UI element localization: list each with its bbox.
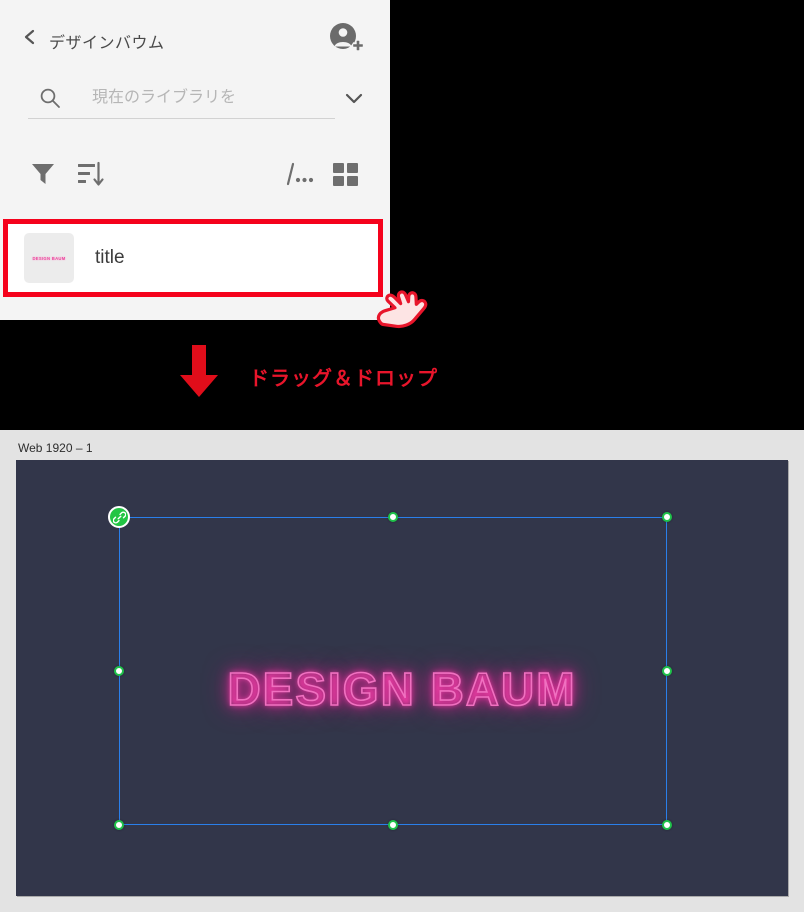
asset-name-label: title xyxy=(95,247,125,268)
artboard-name-label[interactable]: Web 1920 – 1 xyxy=(18,441,93,455)
screenshot-root: デザインバウム 現在のライブラリを DESIGN BAUM title ドラッグ… xyxy=(0,0,804,912)
selection-handle-bottom-right[interactable] xyxy=(662,820,672,830)
search-input[interactable] xyxy=(92,82,304,114)
cc-libraries-panel: デザインバウム 現在のライブラリを DESIGN BAUM title xyxy=(0,0,390,320)
add-person-icon[interactable] xyxy=(327,21,365,55)
list-view-icon[interactable] xyxy=(284,160,314,188)
asset-thumbnail: DESIGN BAUM xyxy=(24,233,74,283)
chevron-left-icon[interactable] xyxy=(22,29,38,45)
filter-icon[interactable] xyxy=(28,158,58,188)
pointing-hand-cursor-icon xyxy=(366,283,432,336)
search-icon xyxy=(39,87,61,109)
link-chain-icon[interactable] xyxy=(108,506,130,528)
library-toolbar xyxy=(0,148,390,200)
selection-handle-bottom-center[interactable] xyxy=(388,820,398,830)
chevron-down-icon[interactable] xyxy=(343,88,365,108)
drag-and-drop-label: ドラッグ＆ドロップ xyxy=(249,368,438,390)
artboard-web-1920-1[interactable]: DESIGN BAUM xyxy=(16,460,788,896)
selection-handle-middle-right[interactable] xyxy=(662,666,672,676)
panel-header: デザインバウム xyxy=(0,0,390,68)
search-underline xyxy=(28,118,335,119)
selection-handle-top-center[interactable] xyxy=(388,512,398,522)
design-canvas[interactable]: Web 1920 – 1 DESIGN BAUM xyxy=(0,430,804,912)
grid-view-icon[interactable] xyxy=(331,160,361,188)
asset-highlight-box: DESIGN BAUM title xyxy=(3,219,383,297)
selection-handle-middle-left[interactable] xyxy=(114,666,124,676)
neon-text-layer[interactable]: DESIGN BAUM xyxy=(16,662,788,716)
sort-descending-icon[interactable] xyxy=(76,158,108,190)
page-title: デザインバウム xyxy=(49,35,165,52)
library-asset-item[interactable]: DESIGN BAUM title xyxy=(8,224,378,292)
selection-handle-bottom-left[interactable] xyxy=(114,820,124,830)
selection-handle-top-right[interactable] xyxy=(662,512,672,522)
library-search-row xyxy=(25,78,365,120)
asset-thumbnail-label: DESIGN BAUM xyxy=(32,255,66,261)
arrow-down-icon xyxy=(176,345,222,398)
